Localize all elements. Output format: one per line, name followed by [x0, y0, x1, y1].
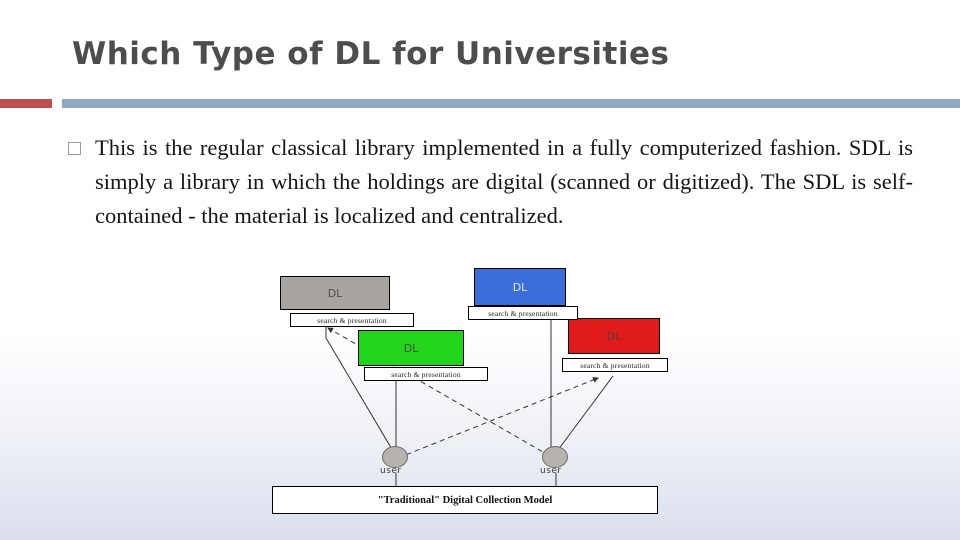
dl-node-blue: DL [474, 268, 566, 306]
figure-traditional-digital-collection-model: DL DL DL DL search & presentation search… [268, 268, 692, 524]
service-label-blue: search & presentation [468, 306, 578, 320]
user-avatar-1 [382, 446, 408, 468]
bullet-row: This is the regular classical library im… [68, 131, 913, 233]
user-label-2: user [540, 466, 562, 476]
service-label-grey: search & presentation [290, 313, 414, 327]
dl-node-grey: DL [280, 276, 390, 310]
slide: Which Type of DL for Universities This i… [0, 0, 960, 540]
dl-node-red: DL [568, 318, 660, 354]
service-label-red: search & presentation [562, 358, 668, 372]
title-accent-bar [0, 99, 52, 108]
figure-caption: "Traditional" Digital Collection Model [272, 486, 658, 514]
user-avatar-2 [542, 446, 568, 468]
page-title: Which Type of DL for Universities [72, 36, 670, 72]
body-paragraph: This is the regular classical library im… [95, 135, 913, 228]
user-label-1: user [380, 466, 402, 476]
body-text-block: This is the regular classical library im… [68, 131, 913, 233]
empty-square-bullet-icon [68, 142, 81, 155]
service-label-green: search & presentation [364, 367, 488, 381]
title-divider-bar [62, 99, 960, 108]
dl-node-green: DL [358, 330, 464, 366]
